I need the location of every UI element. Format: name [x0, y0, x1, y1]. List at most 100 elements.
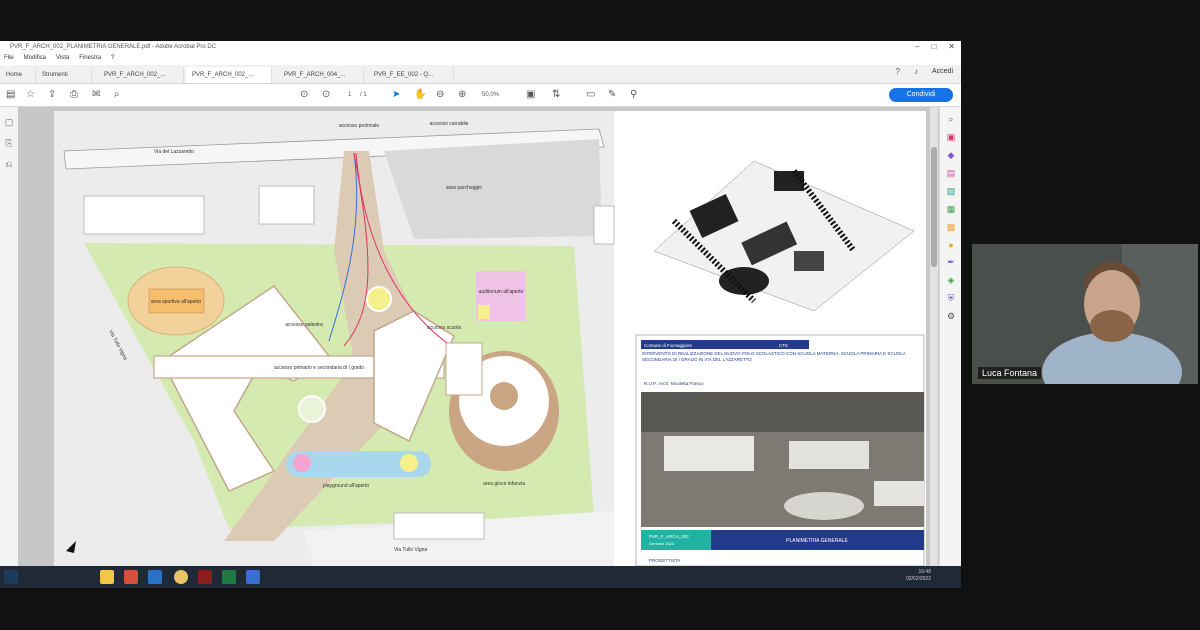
maximize-icon[interactable]: □ — [931, 42, 936, 51]
title-bar: PVR_F_ARCH_002_PLANIMETRIA GENERALE.pdf … — [0, 41, 961, 55]
rup-text: R.U.P.: Arch. Nicoletta Franco — [644, 381, 704, 386]
document-area: Via del Lazzaretto accesso pedonale acce… — [18, 107, 939, 566]
app-icon[interactable] — [148, 570, 162, 584]
search-taskbar-icon[interactable] — [26, 570, 40, 584]
browser-icon[interactable] — [124, 570, 138, 584]
menu-vista[interactable]: Vista — [56, 55, 69, 65]
site-plan-drawing: Via del Lazzaretto accesso pedonale acce… — [54, 111, 926, 566]
scroll-mode-icon[interactable]: ⇅ — [552, 89, 560, 100]
gym-access-label: accesso palestra — [285, 322, 323, 328]
sheet-code: PVR_F_ARCH_002 — [649, 534, 689, 539]
tab-doc-1[interactable]: PVR_F_ARCH_002_... — [98, 67, 184, 83]
comment-icon[interactable]: ▭ — [586, 89, 595, 100]
chrome-icon[interactable] — [174, 570, 188, 584]
main-access-label: accesso primario e secondaria di I grado — [274, 365, 364, 371]
shield-icon[interactable]: ⛨ — [940, 293, 961, 304]
street-top-label: Via del Lazzaretto — [154, 149, 194, 155]
hand-icon[interactable]: ✋ — [414, 89, 426, 100]
title-tag: CTE — [779, 343, 788, 348]
bookmark-icon[interactable]: ⎘ — [0, 138, 18, 149]
clock-time: 10:48 — [918, 569, 931, 575]
minimize-icon[interactable]: – — [915, 42, 919, 51]
page-up-icon[interactable]: ⊙ — [300, 89, 308, 100]
toolbar: ▤ ☆ ⇪ ⎙ ✉ ⌕ ⊙ ⊙ 1 / 1 ➤ ✋ ⊖ ⊕ 50,0% ▣ ⇅ … — [0, 84, 961, 107]
zoom-out-icon[interactable]: ⊖ — [436, 89, 444, 100]
menu-file[interactable]: File — [4, 55, 14, 65]
project-description: INTERVENTO DI REALIZZAZIONE DEL NUOVO PO… — [642, 351, 906, 362]
edit-pdf-icon[interactable]: ▤ — [940, 168, 961, 179]
vehicle-access-label: accesso carrabile — [430, 121, 469, 127]
file-explorer-icon[interactable] — [100, 570, 114, 584]
tab-doc-2[interactable]: PVR_F_ARCH_002_... — [186, 67, 272, 83]
tab-doc-3[interactable]: PVR_F_ARCH_004_... — [278, 67, 364, 83]
export-pdf-icon[interactable]: ▣ — [940, 132, 961, 143]
webcam-tile: Luca Fontana — [972, 244, 1198, 384]
acrobat-icon[interactable] — [198, 570, 212, 584]
menu-modifica[interactable]: Modifica — [24, 55, 46, 65]
meeting-app-icon[interactable] — [246, 570, 260, 584]
tab-doc-4[interactable]: PVR_F_EE_002 - Q... — [368, 67, 454, 83]
help-icon[interactable]: ? — [896, 67, 900, 76]
sign-in-link[interactable]: Accedi — [932, 68, 953, 75]
page-number-field[interactable]: 1 — [348, 92, 351, 98]
close-icon[interactable]: ✕ — [948, 42, 955, 51]
search-icon[interactable]: ⌕ — [114, 89, 120, 100]
protect-icon[interactable]: ◈ — [940, 275, 961, 286]
fit-page-icon[interactable]: ▣ — [526, 89, 535, 100]
stamp-icon[interactable]: ● — [940, 240, 961, 250]
tab-tools[interactable]: Strumenti — [36, 67, 92, 83]
menu-bar: File Modifica Vista Finestra ? — [0, 55, 961, 65]
upload-icon[interactable]: ⇪ — [48, 89, 56, 100]
taskbar: 10:48 02/02/2022 — [0, 566, 961, 588]
thumbnails-icon[interactable]: ▢ — [0, 117, 18, 128]
street-bottom-label: Via Tullo Vigna — [394, 547, 427, 553]
municipality-text: Comune di Fiumaggiore — [644, 343, 693, 348]
participant-video — [972, 244, 1198, 384]
tab-home[interactable]: Home — [0, 67, 36, 83]
sheet-revision: Gennaio 2022 — [649, 541, 675, 546]
zoom-in-icon[interactable]: ⊕ — [458, 89, 466, 100]
tools-pane: ⌕ ▣ ◆ ▤ ▧ ▦ ▩ ● ✒ ◈ ⛨ ⚙ — [939, 107, 961, 566]
auditorium-label: auditorium all'aperto — [479, 289, 524, 295]
play-area-label: area gioco infanzia — [483, 481, 525, 487]
acrobat-window: PVR_F_ARCH_002_PLANIMETRIA GENERALE.pdf … — [0, 41, 961, 588]
designer-heading: PROGETTISTA — [649, 558, 680, 563]
windows-start-icon[interactable] — [4, 570, 18, 584]
widgets-icon[interactable] — [74, 570, 88, 584]
combine-icon[interactable]: ▧ — [940, 186, 961, 197]
star-icon[interactable]: ☆ — [26, 89, 35, 100]
print-icon[interactable]: ⎙ — [70, 89, 78, 100]
more-tools-icon[interactable]: ⚙ — [940, 311, 961, 322]
vertical-scrollbar[interactable] — [930, 107, 938, 566]
pen-icon[interactable]: ✎ — [608, 89, 616, 100]
create-pdf-icon[interactable]: ◆ — [940, 150, 961, 161]
playground-label: playground all'aperto — [323, 483, 369, 489]
share-button[interactable]: Condividi — [889, 88, 953, 102]
page-total: / 1 — [360, 92, 367, 98]
sport-area-label: area sportiva all'aperto — [151, 299, 202, 305]
fill-sign-icon[interactable]: ✒ — [940, 257, 961, 268]
task-view-icon[interactable] — [48, 570, 62, 584]
comment-tool-icon[interactable]: ▩ — [940, 222, 961, 233]
page-down-icon[interactable]: ⊙ — [322, 89, 330, 100]
create-icon[interactable]: ▤ — [6, 89, 15, 100]
school-access-label: accesso scuola — [427, 325, 461, 331]
zoom-tool-icon[interactable]: ⌕ — [940, 114, 961, 125]
sign-icon[interactable]: ⚲ — [630, 89, 637, 100]
window-title: PVR_F_ARCH_002_PLANIMETRIA GENERALE.pdf … — [10, 44, 217, 50]
excel-icon[interactable] — [222, 570, 236, 584]
mail-icon[interactable]: ✉ — [92, 89, 100, 100]
left-sidebar: ▢ ⎘ ⎌ — [0, 107, 19, 566]
select-cursor-icon[interactable]: ➤ — [392, 89, 400, 100]
pdf-page: Via del Lazzaretto accesso pedonale acce… — [54, 111, 926, 566]
tab-bar: Home Strumenti PVR_F_ARCH_002_... PVR_F_… — [0, 65, 961, 84]
organize-icon[interactable]: ▦ — [940, 204, 961, 215]
menu-finestra[interactable]: Finestra — [79, 55, 101, 65]
attachment-icon[interactable]: ⎌ — [0, 159, 18, 170]
zoom-field[interactable]: 50,0% — [482, 92, 499, 98]
parking-label: area parcheggio — [446, 185, 482, 191]
bell-icon[interactable]: ♪ — [914, 67, 918, 76]
menu-help[interactable]: ? — [111, 55, 114, 65]
pedestrian-access-label: accesso pedonale — [339, 123, 380, 129]
system-clock[interactable]: 10:48 02/02/2022 — [906, 569, 931, 583]
